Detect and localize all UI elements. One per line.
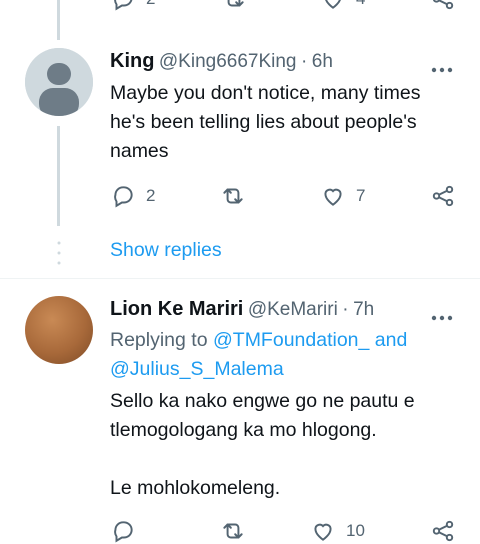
like-count: 10	[346, 521, 365, 540]
avatar-placeholder-icon	[25, 48, 93, 116]
reply-icon	[114, 186, 133, 208]
share-button[interactable]	[430, 183, 456, 209]
avatar[interactable]	[25, 296, 93, 364]
more-icon	[431, 315, 453, 321]
retweet-icon	[227, 0, 244, 7]
like-icon	[314, 523, 332, 541]
tweet-text-line: Sello ka nako engwe go ne pautu e	[110, 390, 415, 412]
prev-like-count: 4	[356, 0, 365, 9]
tweet-header: Lion Ke Mariri @KeMariri · 7h	[110, 298, 374, 321]
replying-to-label: Replying to	[110, 329, 208, 351]
tweet-text-line: tlemogologang ka mo hlogong.	[110, 419, 377, 441]
tweet-text-line: Maybe you don't notice, many times	[110, 82, 421, 104]
retweet-button[interactable]	[220, 518, 246, 544]
like-icon	[325, 0, 341, 9]
tweet-divider	[0, 278, 480, 279]
tweet-text-line: Le mohlokomeleng.	[110, 477, 281, 499]
timestamp[interactable]: 6h	[312, 51, 333, 72]
show-replies-link[interactable]: Show replies	[110, 239, 222, 262]
like-button[interactable]: 10	[310, 518, 365, 544]
mention-link[interactable]: @Julius_S_Malema	[110, 358, 284, 380]
separator-dot: ·	[342, 299, 349, 320]
share-icon	[432, 520, 454, 542]
share-button[interactable]	[430, 518, 456, 544]
reply-button[interactable]: 2	[110, 183, 155, 209]
retweet-icon	[223, 523, 243, 539]
more-options-button[interactable]	[431, 60, 453, 78]
tweet-text-line	[110, 445, 415, 474]
display-name[interactable]: King	[110, 50, 154, 72]
thread-dots	[57, 240, 61, 271]
avatar[interactable]	[25, 48, 93, 116]
prev-like-action[interactable]: 4	[320, 0, 365, 12]
timestamp[interactable]: 7h	[353, 299, 374, 320]
like-icon	[324, 188, 342, 206]
thread-line-king	[57, 126, 60, 226]
like-count: 7	[356, 186, 366, 205]
share-icon	[432, 0, 454, 10]
reply-count: 2	[146, 186, 156, 205]
reply-icon	[114, 521, 133, 543]
tweet-text-line: names	[110, 140, 169, 162]
tweet-header: King @King6667King · 6h	[110, 50, 333, 73]
tweet-text: Sello ka nako engwe go ne pautu e tlemog…	[110, 387, 415, 503]
user-handle[interactable]: @King6667King	[159, 51, 297, 72]
like-button[interactable]: 7	[320, 183, 365, 209]
prev-share-action[interactable]	[430, 0, 456, 12]
share-icon	[432, 185, 454, 207]
retweet-button[interactable]	[220, 183, 246, 209]
more-icon	[431, 67, 453, 73]
replying-and[interactable]: and	[375, 329, 408, 351]
mention-link[interactable]: @TMFoundation_	[213, 329, 369, 351]
more-options-button[interactable]	[431, 308, 453, 326]
replying-to: Replying to @TMFoundation_ and @Julius_S…	[110, 326, 407, 384]
retweet-icon	[223, 188, 243, 204]
thread-line-top	[57, 0, 60, 40]
user-handle[interactable]: @KeMariri	[248, 299, 338, 320]
tweet-text-line: he's been telling lies about people's	[110, 111, 417, 133]
reply-icon	[114, 0, 133, 11]
reply-button[interactable]	[110, 518, 136, 544]
prev-reply-count: 2	[146, 0, 155, 9]
tweet-text: Maybe you don't notice, many times he's …	[110, 79, 420, 166]
separator-dot: ·	[300, 51, 308, 72]
prev-retweet-action[interactable]	[221, 0, 247, 12]
display-name[interactable]: Lion Ke Mariri	[110, 298, 243, 320]
prev-reply-action[interactable]: 2	[110, 0, 155, 12]
